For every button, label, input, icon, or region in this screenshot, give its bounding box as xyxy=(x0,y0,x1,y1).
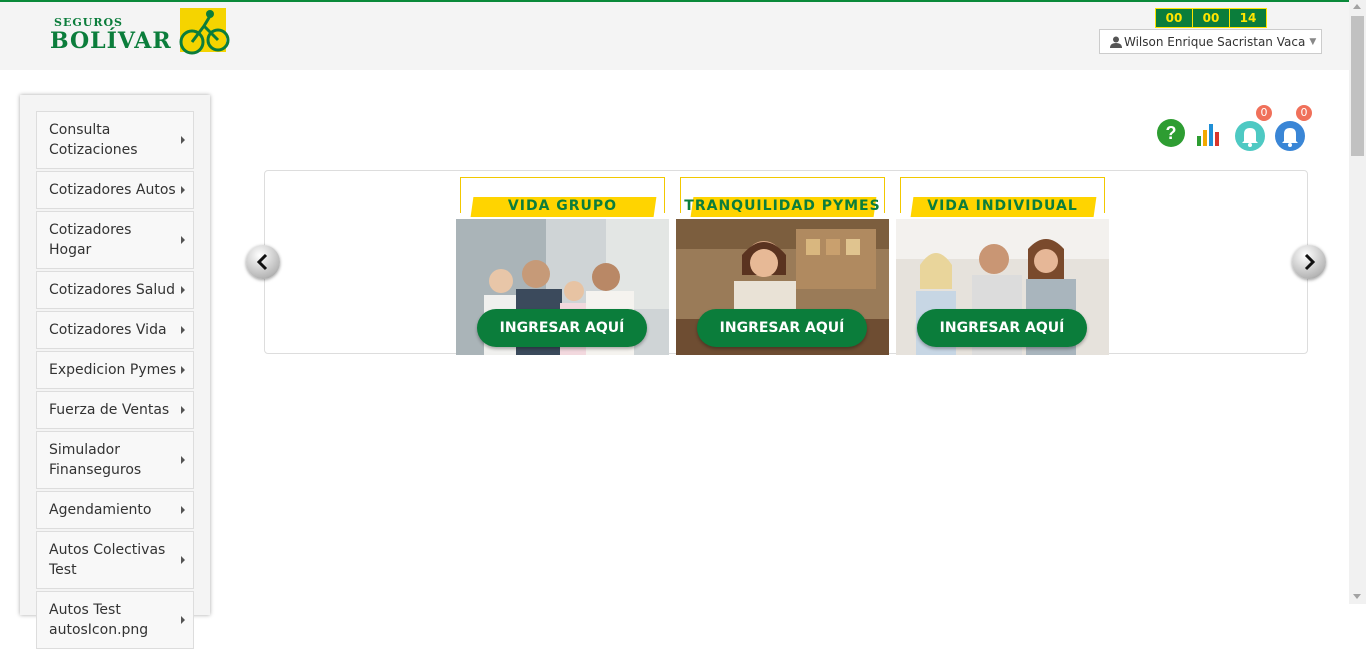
chevron-right-icon xyxy=(181,506,185,514)
brand-logo[interactable]: SEGUROS BOLÍVAR xyxy=(50,8,240,64)
sidebar-item-label: Autos Colectivas Test xyxy=(49,542,166,578)
stats-icon[interactable] xyxy=(1196,122,1224,148)
chevron-right-icon xyxy=(181,236,185,244)
header: SEGUROS BOLÍVAR 00 00 14 Wilson Enrique … xyxy=(0,2,1349,70)
timer-hours: 00 xyxy=(1155,8,1193,28)
sidebar-item-label: Cotizadores Autos xyxy=(49,182,176,198)
scroll-up-icon[interactable] xyxy=(1353,4,1361,9)
ingresar-button[interactable]: INGRESAR AQUÍ xyxy=(697,309,867,347)
chevron-left-icon xyxy=(256,253,268,271)
chevron-right-icon xyxy=(181,326,185,334)
sidebar-menu: Consulta Cotizaciones Cotizadores Autos … xyxy=(36,111,194,651)
chevron-right-icon xyxy=(181,136,185,144)
sidebar-item-agendamiento[interactable]: Agendamiento xyxy=(36,491,194,529)
timer-minutes: 00 xyxy=(1192,8,1230,28)
sidebar-item-label: Agendamiento xyxy=(49,502,152,518)
ingresar-button[interactable]: INGRESAR AQUÍ xyxy=(477,309,647,347)
sidebar-item-fuerza-de-ventas[interactable]: Fuerza de Ventas xyxy=(36,391,194,429)
carousel-prev-button[interactable] xyxy=(246,245,280,279)
chevron-right-icon xyxy=(181,556,185,564)
sidebar: Consulta Cotizaciones Cotizadores Autos … xyxy=(20,95,210,649)
chevron-right-icon xyxy=(181,406,185,414)
chevron-right-icon xyxy=(181,366,185,374)
product-card-vida-grupo[interactable]: VIDA GRUPO INGRESAR AQUÍ xyxy=(456,177,669,355)
sidebar-item-label: Consulta Cotizaciones xyxy=(49,122,138,158)
alerts-count-badge: 0 xyxy=(1296,105,1312,121)
sidebar-item-label: Expedicion Pymes xyxy=(49,362,177,378)
sidebar-item-label: Cotizadores Vida xyxy=(49,322,167,338)
product-card-vida-individual[interactable]: VIDA INDIVIDUAL INGRESAR AQUÍ xyxy=(896,177,1109,355)
sidebar-item-label: Cotizadores Hogar xyxy=(49,222,132,258)
product-carousel: VIDA GRUPO INGRESAR AQUÍ TRANQUILIDAD PY… xyxy=(264,170,1308,355)
user-icon xyxy=(1110,36,1122,48)
timer-seconds: 14 xyxy=(1229,8,1267,28)
sidebar-item-cotizadores-autos[interactable]: Cotizadores Autos xyxy=(36,171,194,209)
sidebar-item-cotizadores-salud[interactable]: Cotizadores Salud xyxy=(36,271,194,309)
card-title: TRANQUILIDAD PYMES xyxy=(684,198,881,214)
product-card-tranquilidad-pymes[interactable]: TRANQUILIDAD PYMES INGRESAR AQUÍ xyxy=(676,177,889,355)
page-scrollbar[interactable] xyxy=(1349,0,1366,604)
sidebar-item-autos-test[interactable]: Autos Test autosIcon.png xyxy=(36,591,194,649)
help-icon[interactable]: ? xyxy=(1156,118,1186,148)
sidebar-item-cotizadores-hogar[interactable]: Cotizadores Hogar xyxy=(36,211,194,269)
card-title: VIDA GRUPO xyxy=(507,198,618,214)
sidebar-item-autos-colectivas-test[interactable]: Autos Colectivas Test xyxy=(36,531,194,589)
sidebar-item-consulta-cotizaciones[interactable]: Consulta Cotizaciones xyxy=(36,111,194,169)
toolbar-icons: ? 0 0 xyxy=(1156,105,1316,154)
sidebar-item-label: Cotizadores Salud xyxy=(49,282,176,298)
chevron-right-icon xyxy=(1304,253,1316,271)
cyclist-logo-icon xyxy=(179,8,230,55)
chevron-right-icon xyxy=(181,186,185,194)
scroll-down-icon[interactable] xyxy=(1353,594,1361,599)
sidebar-item-label: Autos Test autosIcon.png xyxy=(49,602,149,638)
notifications-count-badge: 0 xyxy=(1256,105,1272,121)
ingresar-button[interactable]: INGRESAR AQUÍ xyxy=(917,309,1087,347)
session-timer: 00 00 14 xyxy=(1155,8,1267,28)
sidebar-item-label: Fuerza de Ventas xyxy=(49,402,170,418)
chevron-right-icon xyxy=(181,286,185,294)
caret-down-icon: ▼ xyxy=(1309,36,1317,47)
user-name: Wilson Enrique Sacristan Vaca xyxy=(1124,34,1306,49)
carousel-next-button[interactable] xyxy=(1292,245,1326,279)
card-title: VIDA INDIVIDUAL xyxy=(927,198,1078,214)
chevron-right-icon xyxy=(181,456,185,464)
sidebar-item-cotizadores-vida[interactable]: Cotizadores Vida xyxy=(36,311,194,349)
user-menu-button[interactable]: Wilson Enrique Sacristan Vaca ▼ xyxy=(1099,29,1322,54)
brand-big-text: BOLÍVAR xyxy=(50,28,172,54)
sidebar-item-simulador-finanseguros[interactable]: Simulador Finanseguros xyxy=(36,431,194,489)
alerts-icon[interactable] xyxy=(1274,120,1306,152)
sidebar-item-expedicion-pymes[interactable]: Expedicion Pymes xyxy=(36,351,194,389)
sidebar-item-label: Simulador Finanseguros xyxy=(49,442,142,478)
notifications-icon[interactable] xyxy=(1234,120,1266,152)
svg-text:?: ? xyxy=(1166,123,1177,143)
chevron-right-icon xyxy=(181,616,185,624)
scrollbar-thumb[interactable] xyxy=(1351,16,1364,156)
